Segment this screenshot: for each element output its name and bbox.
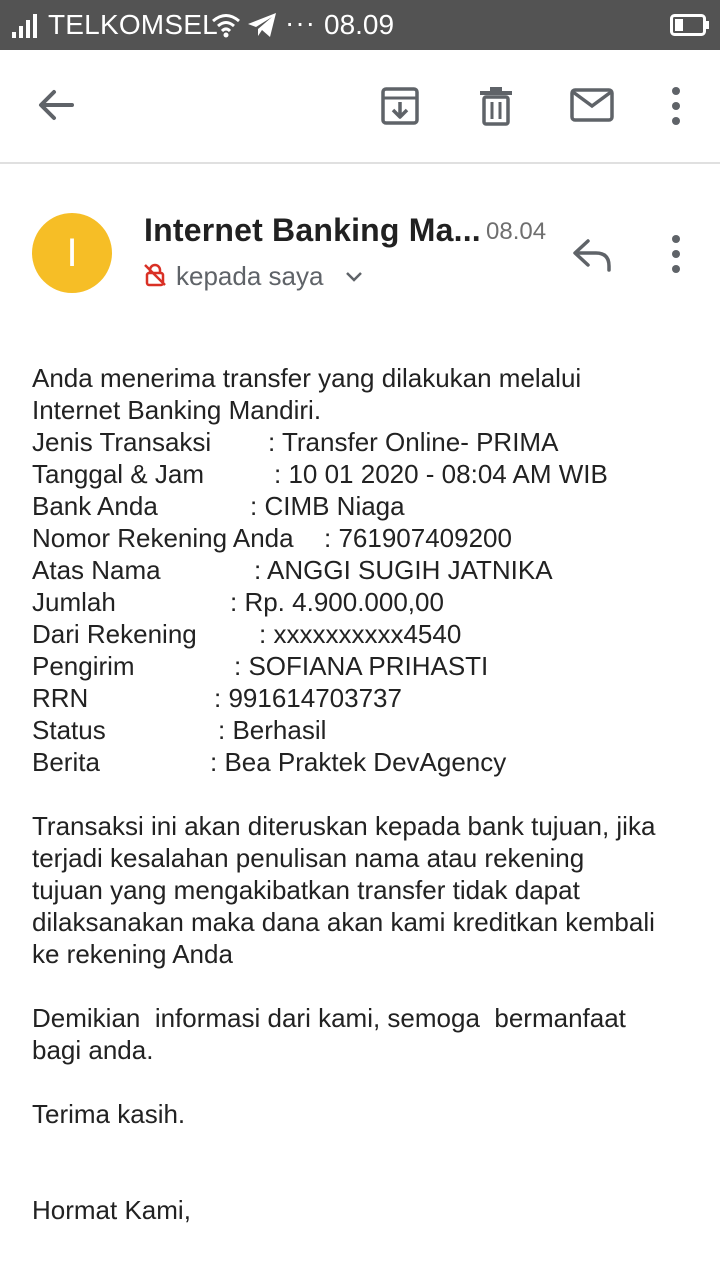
toolbar	[0, 50, 720, 164]
wifi-icon	[212, 14, 240, 38]
message-more-icon[interactable]	[664, 234, 688, 274]
detail-key: Dari Rekening	[32, 619, 197, 649]
detail-row: Pengirim : SOFIANA PRIHASTI	[32, 650, 702, 682]
detail-key: Nomor Rekening Anda	[32, 523, 294, 553]
detail-key: Jumlah	[32, 587, 116, 617]
closing-line: bagi anda.	[32, 1035, 154, 1065]
notice-line: ke rekening Anda	[32, 939, 233, 969]
detail-value: : 991614703737	[214, 683, 402, 713]
detail-value: : CIMB Niaga	[250, 491, 405, 521]
message-time: 08.04	[486, 218, 547, 245]
thanks-line: Terima kasih.	[32, 1099, 186, 1129]
detail-value: : Rp. 4.900.000,00	[230, 587, 444, 617]
archive-icon[interactable]	[380, 86, 420, 126]
detail-key: RRN	[32, 683, 89, 713]
mark-unread-icon[interactable]	[570, 88, 614, 122]
telegram-icon	[248, 13, 276, 37]
detail-key: Bank Anda	[32, 491, 158, 521]
battery-icon	[670, 14, 709, 36]
notice-line: Transaksi ini akan diteruskan kepada ban…	[32, 811, 656, 841]
detail-key: Jenis Transaksi	[32, 427, 212, 457]
detail-value: : SOFIANA PRIHASTI	[234, 651, 489, 681]
detail-value: : xxxxxxxxxx4540	[259, 619, 462, 649]
notice-line: dilaksanakan maka dana akan kami kreditk…	[32, 907, 655, 937]
reply-icon[interactable]	[572, 238, 612, 272]
more-notifications-indicator: ···	[285, 7, 316, 38]
signoff-line: Hormat Kami,	[32, 1195, 191, 1225]
sender-name[interactable]: Internet Banking Ma...	[144, 208, 481, 252]
detail-value: : ANGGI SUGIH JATNIKA	[254, 555, 553, 585]
detail-row: Tanggal & Jam : 10 01 2020 - 08:04 AM WI…	[32, 458, 702, 490]
detail-key: Berita	[32, 747, 100, 777]
detail-row: Jenis Transaksi : Transfer Online- PRIMA	[32, 426, 702, 458]
detail-key: Tanggal & Jam	[32, 459, 204, 489]
avatar-letter: I	[66, 231, 78, 275]
clock: 08.09	[324, 9, 395, 40]
lock-off-icon	[144, 263, 166, 287]
signal-icon	[12, 14, 37, 38]
detail-row: RRN : 991614703737	[32, 682, 702, 714]
message-body: Anda menerima transfer yang dilakukan me…	[32, 362, 702, 1226]
detail-row: Nomor Rekening Anda : 761907409200	[32, 522, 702, 554]
detail-row: Status : Berhasil	[32, 714, 702, 746]
detail-row: Atas Nama : ANGGI SUGIH JATNIKA	[32, 554, 702, 586]
intro-line: Anda menerima transfer yang dilakukan me…	[32, 363, 582, 393]
detail-key: Pengirim	[32, 651, 135, 681]
detail-row: Dari Rekening : xxxxxxxxxx4540	[32, 618, 702, 650]
more-vert-icon[interactable]	[664, 86, 688, 126]
carrier-name: TELKOMSEL	[48, 9, 218, 40]
closing-line: Demikian informasi dari kami, semoga ber…	[32, 1003, 626, 1033]
notice-line: tujuan yang mengakibatkan transfer tidak…	[32, 875, 580, 905]
detail-value: : Transfer Online- PRIMA	[268, 427, 559, 457]
intro-line: Internet Banking Mandiri.	[32, 395, 322, 425]
back-arrow-icon[interactable]	[36, 86, 74, 124]
detail-key: Atas Nama	[32, 555, 161, 585]
detail-value: : Bea Praktek DevAgency	[210, 747, 507, 777]
detail-row: Bank Anda : CIMB Niaga	[32, 490, 702, 522]
chevron-down-icon[interactable]	[344, 267, 364, 287]
detail-value: : 10 01 2020 - 08:04 AM WIB	[274, 459, 608, 489]
delete-icon[interactable]	[478, 86, 514, 126]
detail-row: Berita : Bea Praktek DevAgency	[32, 746, 702, 778]
recipient-label: kepada saya	[176, 261, 324, 291]
status-bar: TELKOMSEL ··· 08.09	[0, 0, 720, 50]
notice-line: terjadi kesalahan penulisan nama atau re…	[32, 843, 585, 873]
detail-value: : 761907409200	[324, 523, 512, 553]
detail-value: : Berhasil	[218, 715, 327, 745]
detail-row: Jumlah : Rp. 4.900.000,00	[32, 586, 702, 618]
detail-key: Status	[32, 715, 106, 745]
avatar[interactable]: I	[32, 213, 112, 293]
